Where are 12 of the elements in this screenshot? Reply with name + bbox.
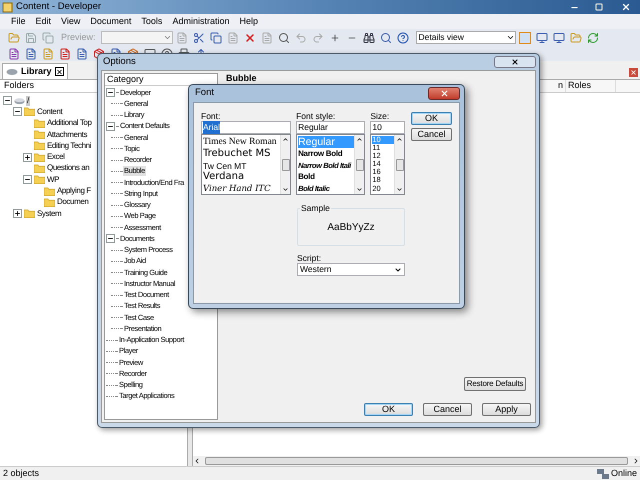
script-label: Script:	[297, 253, 322, 263]
window-title: Content - Developer	[16, 0, 102, 14]
size-label: Size:	[370, 111, 390, 121]
dialog-title: Font	[195, 86, 214, 100]
panel-title: Bubble	[226, 73, 258, 84]
status-text: 2 objects	[3, 466, 40, 480]
font-label: Font:	[201, 111, 222, 121]
status-text: Online	[610, 466, 637, 480]
sample-text: AaBbYyZz	[327, 220, 375, 234]
font-style-label: Font style:	[296, 111, 336, 121]
sample-label: Sample	[300, 203, 331, 213]
dialog-title: Options	[103, 54, 136, 69]
